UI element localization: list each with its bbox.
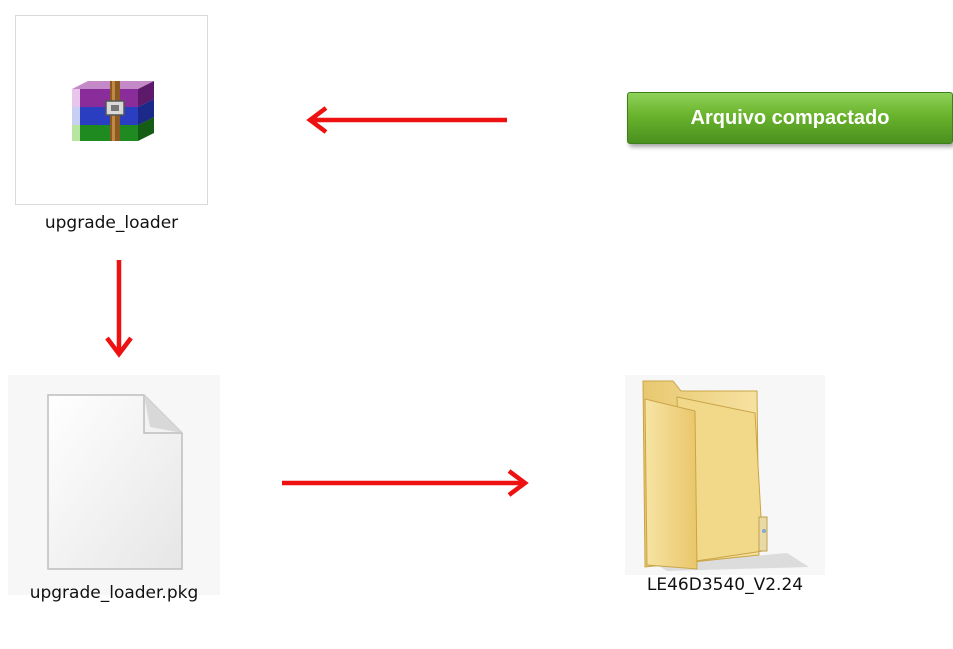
arrow-down-icon [105,260,133,358]
arrow-left-icon [306,106,507,134]
archive-file-name: upgrade_loader [44,213,179,233]
compressed-archive-callout: Arquivo compactado [627,92,953,144]
arrow-right-icon [282,469,529,497]
blank-file-icon [46,393,186,577]
folder-name: LE46D3540_V2.24 [646,575,804,595]
package-file-name: upgrade_loader.pkg [29,583,199,603]
folder-icon [637,377,812,576]
archive-file-tile[interactable] [15,15,208,205]
folder-tile[interactable] [625,375,825,575]
winrar-archive-icon [68,71,158,155]
package-file-tile[interactable] [8,375,220,595]
